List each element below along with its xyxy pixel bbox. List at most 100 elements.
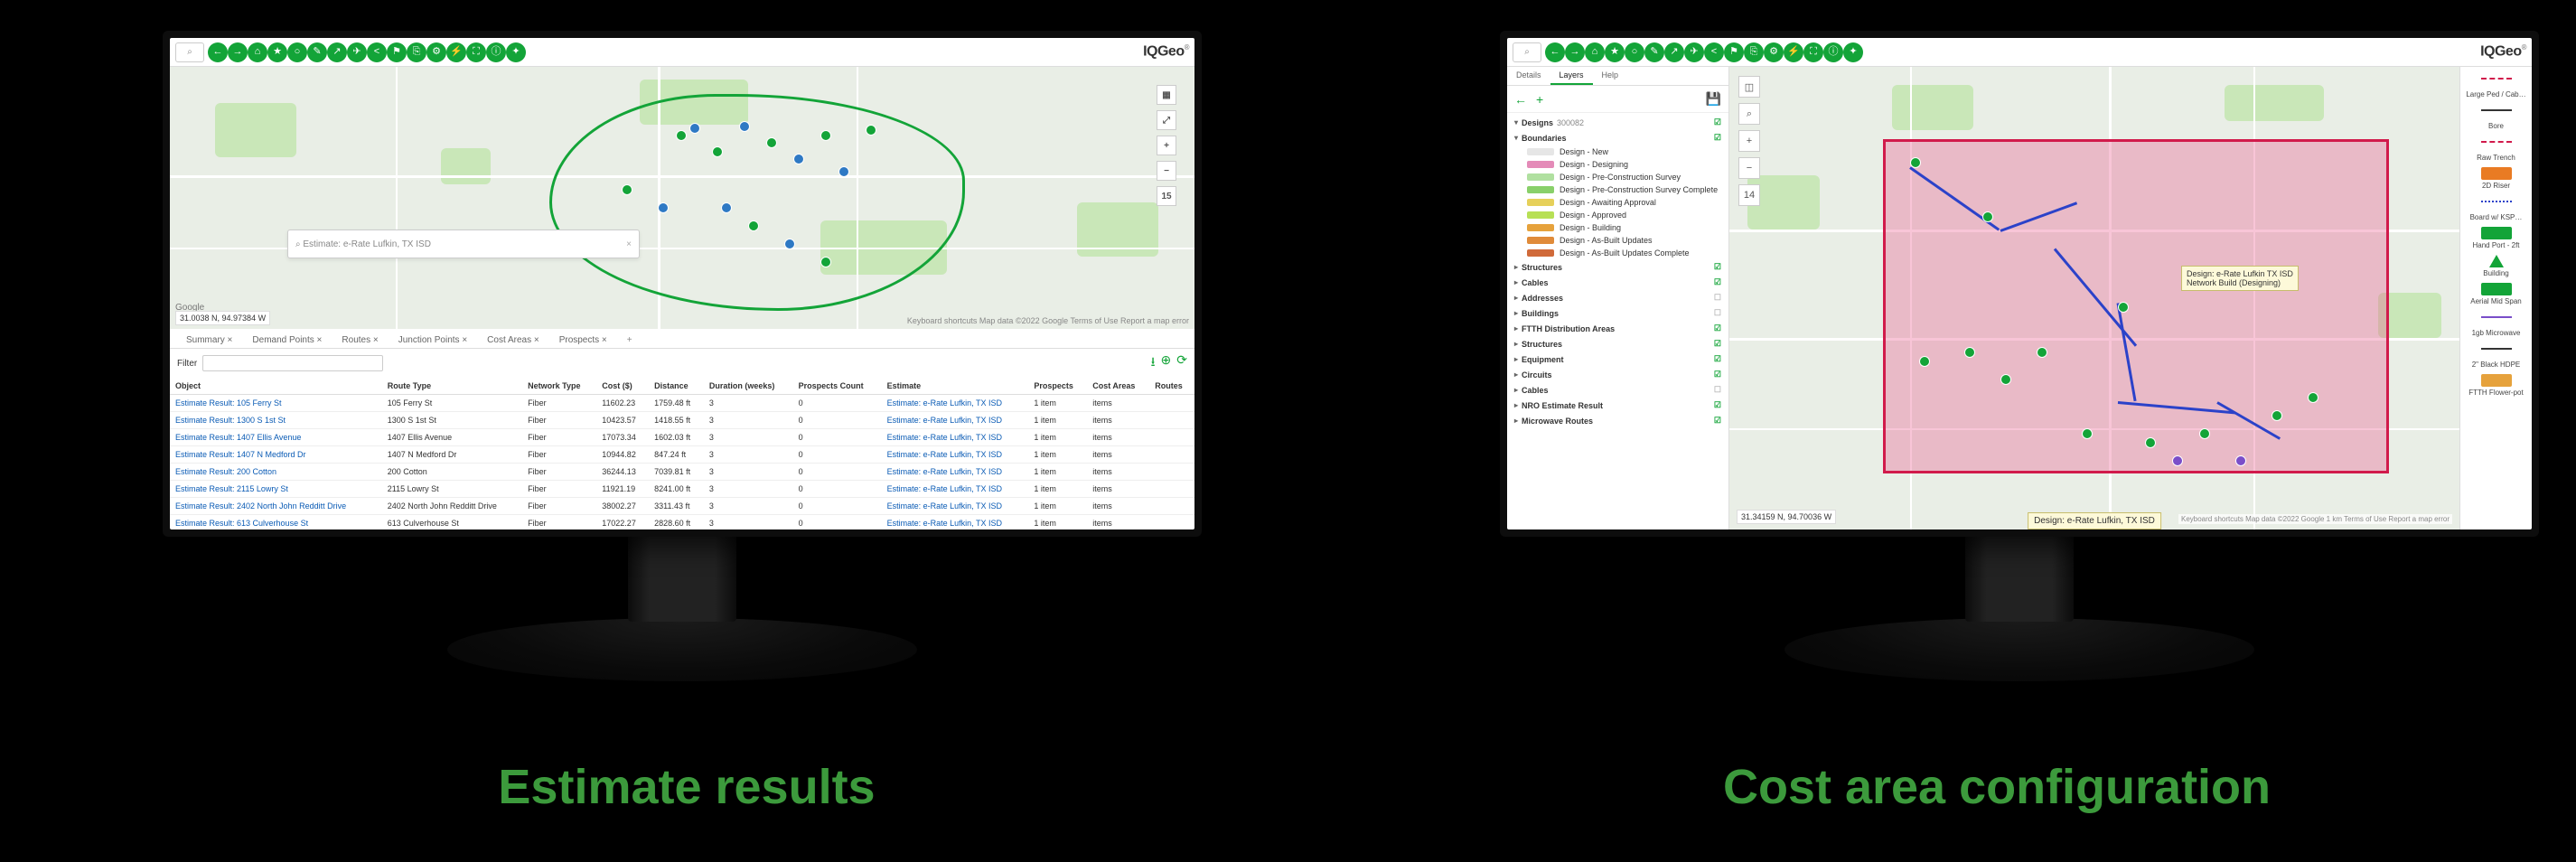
toolbar-icon-6[interactable]: ↗	[327, 42, 347, 62]
toolbar-icon-11[interactable]: ⚙	[426, 42, 446, 62]
results-tab-0[interactable]: Summary ×	[177, 333, 241, 348]
table-row[interactable]: Estimate Result: 1407 Ellis Avenue1407 E…	[170, 429, 1194, 446]
layer-group-collapsed[interactable]: Addresses☐	[1511, 290, 1725, 305]
map-mini-btn-0[interactable]: ◫	[1738, 76, 1760, 98]
layer-group-collapsed[interactable]: Microwave Routes☑	[1511, 413, 1725, 428]
toolbar-icon-2[interactable]: ⌂	[1585, 42, 1605, 62]
clear-search-icon[interactable]: ×	[626, 239, 632, 249]
toolbar-icon-13[interactable]: ⛶	[1803, 42, 1823, 62]
layer-group-collapsed[interactable]: Structures☑	[1511, 336, 1725, 351]
toolbar-icon-15[interactable]: ✦	[506, 42, 526, 62]
results-tab-4[interactable]: Cost Areas ×	[478, 333, 548, 348]
col-header[interactable]: Prospects	[1028, 378, 1087, 395]
col-header[interactable]: Duration (weeks)	[704, 378, 793, 395]
col-header[interactable]: Object	[170, 378, 382, 395]
toolbar-icon-0[interactable]: ←	[1545, 42, 1565, 62]
add-tab-icon[interactable]: +	[618, 333, 642, 348]
toolbar-icon-1[interactable]: →	[228, 42, 248, 62]
layer-group-collapsed[interactable]: FTTH Distribution Areas☑	[1511, 321, 1725, 336]
export-icon[interactable]: ⭳	[1151, 352, 1156, 374]
toolbar-icon-3[interactable]: ★	[267, 42, 287, 62]
add-icon[interactable]: +	[1536, 92, 1543, 107]
map-mini-btn-3[interactable]: −	[1738, 157, 1760, 179]
toolbar-icon-15[interactable]: ✦	[1843, 42, 1863, 62]
col-header[interactable]: Route Type	[382, 378, 522, 395]
table-row[interactable]: Estimate Result: 613 Culverhouse St613 C…	[170, 515, 1194, 530]
col-header[interactable]: Cost Areas	[1087, 378, 1149, 395]
toolbar-icon-0[interactable]: ←	[208, 42, 228, 62]
map-canvas[interactable]: Design: e-Rate Lufkin TX ISDNetwork Buil…	[1729, 67, 2459, 529]
layer-item[interactable]: Design - Awaiting Approval	[1511, 196, 1725, 209]
map-expand-button[interactable]: ⤢	[1157, 110, 1176, 130]
layer-item[interactable]: Design - Pre-Construction Survey	[1511, 171, 1725, 183]
layer-group-collapsed[interactable]: NRO Estimate Result☑	[1511, 398, 1725, 413]
results-tab-5[interactable]: Prospects ×	[550, 333, 616, 348]
map-search-box[interactable]: ⌕ Estimate: e-Rate Lufkin, TX ISD ×	[287, 230, 640, 258]
table-row[interactable]: Estimate Result: 1407 N Medford Dr1407 N…	[170, 446, 1194, 464]
map-mini-btn-1[interactable]: ⌕	[1738, 103, 1760, 125]
toolbar-icon-7[interactable]: ✈	[1684, 42, 1704, 62]
layer-group[interactable]: Boundaries☑	[1511, 130, 1725, 145]
map-zoom-in[interactable]: +	[1157, 136, 1176, 155]
toolbar-icon-8[interactable]: <	[367, 42, 387, 62]
map-zoom-out[interactable]: −	[1157, 161, 1176, 181]
toolbar-icon-5[interactable]: ✎	[307, 42, 327, 62]
save-icon[interactable]: 💾	[1706, 91, 1721, 107]
map-layers-button[interactable]: ▦	[1157, 85, 1176, 105]
table-row[interactable]: Estimate Result: 2402 North John Redditt…	[170, 498, 1194, 515]
layer-group-collapsed[interactable]: Equipment☑	[1511, 351, 1725, 367]
table-row[interactable]: Estimate Result: 1300 S 1st St1300 S 1st…	[170, 412, 1194, 429]
col-header[interactable]: Routes	[1149, 378, 1194, 395]
toolbar-icon-4[interactable]: ○	[287, 42, 307, 62]
col-header[interactable]: Prospects Count	[793, 378, 882, 395]
toolbar-icon-7[interactable]: ✈	[347, 42, 367, 62]
layer-item[interactable]: Design - Pre-Construction Survey Complet…	[1511, 183, 1725, 196]
tab-help[interactable]: Help	[1593, 67, 1628, 85]
layer-group-collapsed[interactable]: Cables☐	[1511, 382, 1725, 398]
toolbar-icon-8[interactable]: <	[1704, 42, 1724, 62]
map-canvas[interactable]: ▦ ⤢ + − 15 ⌕ Estimate: e-Rate Lufkin, TX…	[170, 67, 1194, 329]
search-toggle[interactable]: ⌕	[1513, 42, 1541, 62]
layer-group-collapsed[interactable]: Circuits☑	[1511, 367, 1725, 382]
toolbar-icon-4[interactable]: ○	[1625, 42, 1644, 62]
toolbar-icon-14[interactable]: ⓘ	[486, 42, 506, 62]
layer-group-collapsed[interactable]: Cables☑	[1511, 275, 1725, 290]
zoom-to-icon[interactable]: ⊕	[1161, 352, 1172, 374]
toolbar-icon-12[interactable]: ⚡	[1784, 42, 1803, 62]
search-toggle[interactable]: ⌕	[175, 42, 204, 62]
toolbar-icon-3[interactable]: ★	[1605, 42, 1625, 62]
layer-item[interactable]: Design - New	[1511, 145, 1725, 158]
table-row[interactable]: Estimate Result: 2115 Lowry St2115 Lowry…	[170, 481, 1194, 498]
layer-item[interactable]: Design - Building	[1511, 221, 1725, 234]
toolbar-icon-5[interactable]: ✎	[1644, 42, 1664, 62]
layer-item[interactable]: Design - As-Built Updates	[1511, 234, 1725, 247]
layer-item[interactable]: Design - Approved	[1511, 209, 1725, 221]
toolbar-icon-9[interactable]: ⚑	[1724, 42, 1744, 62]
map-mini-btn-2[interactable]: +	[1738, 130, 1760, 152]
toolbar-icon-2[interactable]: ⌂	[248, 42, 267, 62]
toolbar-icon-11[interactable]: ⚙	[1764, 42, 1784, 62]
layer-group-collapsed[interactable]: Structures☑	[1511, 259, 1725, 275]
toolbar-icon-1[interactable]: →	[1565, 42, 1585, 62]
table-row[interactable]: Estimate Result: 200 Cotton200 CottonFib…	[170, 464, 1194, 481]
layer-item[interactable]: Design - As-Built Updates Complete	[1511, 247, 1725, 259]
filter-input[interactable]	[202, 355, 383, 371]
cost-area-rectangle[interactable]	[1883, 139, 2389, 473]
tab-layers[interactable]: Layers	[1550, 67, 1593, 85]
toolbar-icon-10[interactable]: ⎘	[407, 42, 426, 62]
back-icon[interactable]: ←	[1514, 92, 1527, 107]
table-row[interactable]: Estimate Result: 105 Ferry St105 Ferry S…	[170, 395, 1194, 412]
toolbar-icon-10[interactable]: ⎘	[1744, 42, 1764, 62]
col-header[interactable]: Cost ($)	[596, 378, 649, 395]
toolbar-icon-14[interactable]: ⓘ	[1823, 42, 1843, 62]
toolbar-icon-9[interactable]: ⚑	[387, 42, 407, 62]
results-tab-3[interactable]: Junction Points ×	[389, 333, 476, 348]
refresh-icon[interactable]: ⟳	[1176, 352, 1187, 374]
layer-group[interactable]: Designs300082☑	[1511, 115, 1725, 130]
toolbar-icon-13[interactable]: ⛶	[466, 42, 486, 62]
results-tab-2[interactable]: Routes ×	[333, 333, 387, 348]
col-header[interactable]: Estimate	[882, 378, 1029, 395]
tab-details[interactable]: Details	[1507, 67, 1550, 85]
col-header[interactable]: Distance	[649, 378, 704, 395]
toolbar-icon-6[interactable]: ↗	[1664, 42, 1684, 62]
